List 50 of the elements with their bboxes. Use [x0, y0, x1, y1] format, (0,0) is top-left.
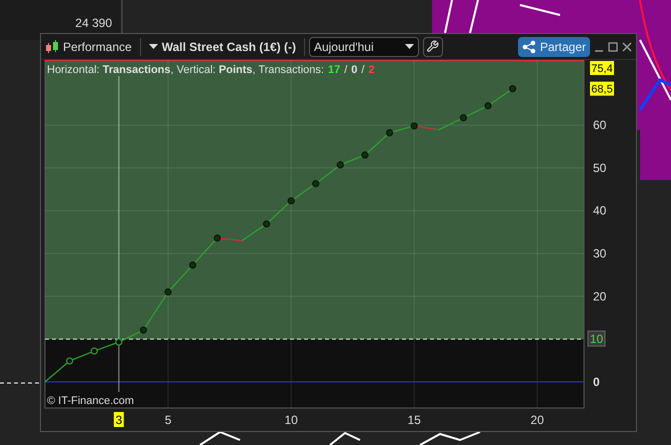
data-point — [361, 151, 369, 159]
caret-icon — [404, 44, 414, 50]
x-axis-label: 20 — [530, 413, 544, 427]
value-marker: 68,5 — [590, 82, 614, 96]
data-point — [386, 129, 394, 136]
data-point — [509, 85, 516, 92]
wins-count: 17 — [328, 63, 340, 78]
x-axis-label: 10 — [284, 413, 298, 427]
share-icon — [522, 40, 536, 54]
price-label: 24 390 — [75, 15, 112, 32]
data-point — [288, 197, 295, 204]
value-marker: 75,4 — [590, 61, 614, 75]
y-axis-label: 20 — [593, 289, 606, 304]
data-point — [164, 288, 172, 296]
data-point — [214, 234, 221, 242]
legend-text: Horizontal: Transactions, Vertical: Points, Transactions: — [47, 63, 324, 78]
caret-icon — [148, 44, 158, 50]
data-point — [410, 122, 418, 130]
y-axis-label: 40 — [593, 204, 606, 218]
y-axis-label: 10 — [588, 330, 606, 347]
data-point — [312, 180, 320, 188]
x-axis-label: 5 — [164, 413, 172, 427]
data-point — [189, 261, 196, 269]
data-point — [460, 114, 467, 122]
instrument-selector[interactable]: Wall Street Cash (1€) (-) — [144, 38, 305, 56]
copyright-text: © IT-Finance.com — [47, 395, 134, 407]
close-icon[interactable] — [622, 42, 632, 52]
data-point — [262, 220, 270, 228]
candlestick-icon — [45, 40, 59, 54]
data-point — [484, 102, 492, 110]
y-axis-label: 50 — [593, 160, 606, 175]
cursor-label: 3 — [114, 412, 124, 427]
losses-count: 2 — [368, 63, 375, 78]
x-axis-label: 15 — [408, 413, 421, 427]
maximize-icon[interactable] — [608, 42, 618, 52]
wrench-button[interactable] — [422, 36, 443, 56]
data-point — [90, 347, 98, 355]
separator-text: / — [361, 63, 364, 78]
y-axis-label: 60 — [593, 118, 606, 132]
data-point — [336, 161, 344, 168]
neutral-count: 0 — [351, 63, 358, 78]
window-title: Performance — [63, 38, 141, 56]
y-axis-label: 30 — [593, 246, 606, 260]
data-point — [140, 326, 148, 334]
data-point — [66, 357, 74, 365]
period-dropdown[interactable]: Aujourd'hui — [308, 36, 419, 56]
y-axis-label: 0 — [593, 374, 600, 389]
share-button[interactable]: Partager — [518, 36, 590, 56]
wrench-icon — [426, 40, 440, 53]
separator-text: / — [344, 63, 348, 78]
